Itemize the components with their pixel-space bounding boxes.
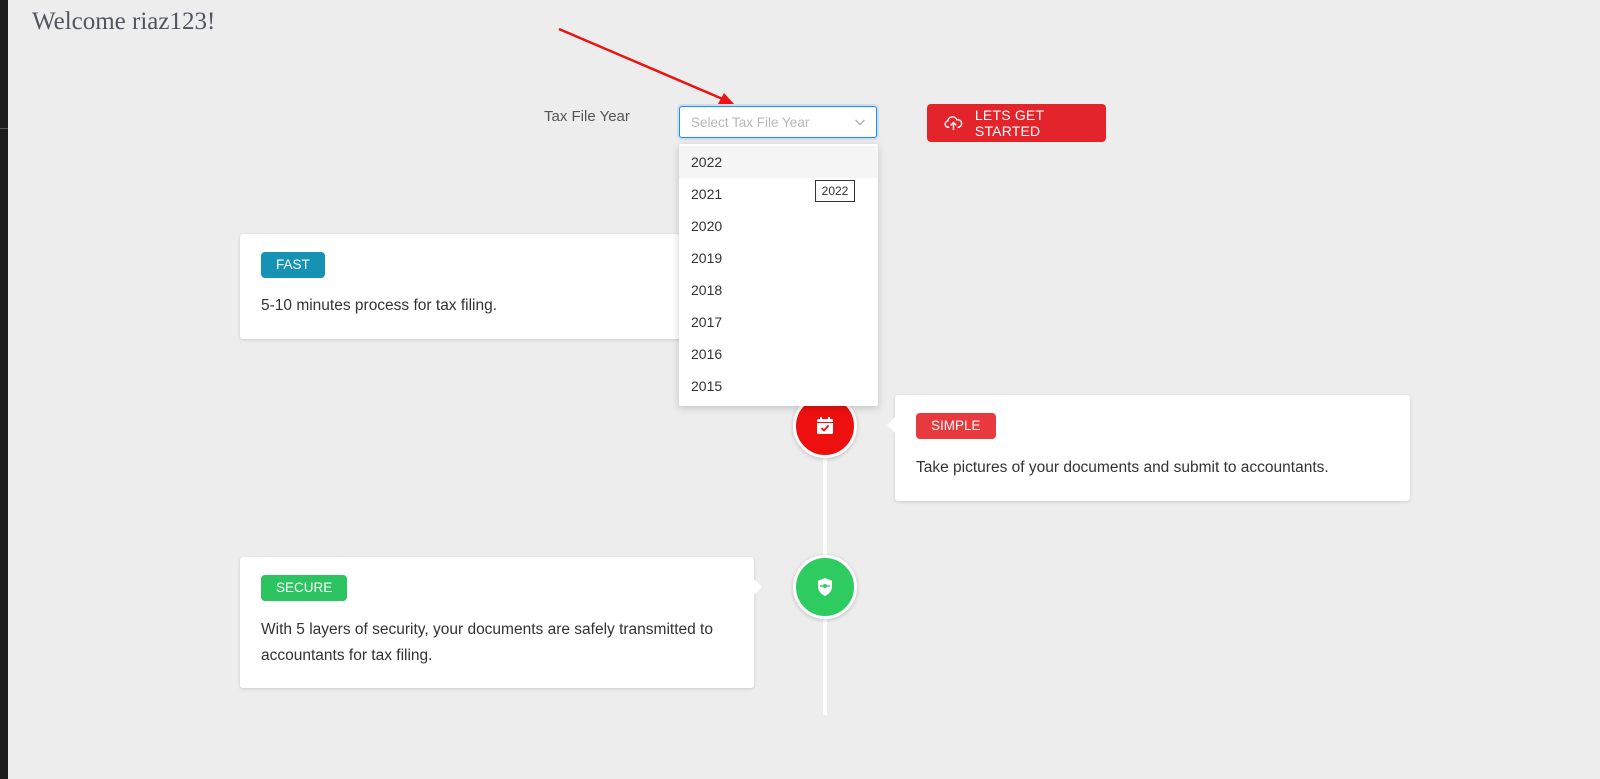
secure-node — [793, 555, 857, 619]
lets-get-started-button[interactable]: LETS GET STARTED — [927, 104, 1106, 142]
secure-card: SECURE With 5 layers of security, your d… — [240, 557, 762, 688]
simple-badge: SIMPLE — [916, 413, 996, 439]
year-option-2018[interactable]: 2018 — [679, 274, 878, 306]
year-option-2022[interactable]: 2022 — [679, 146, 878, 178]
fast-badge: FAST — [261, 252, 325, 278]
year-option-2016[interactable]: 2016 — [679, 338, 878, 370]
secure-description: With 5 layers of security, your document… — [261, 621, 713, 664]
secure-badge: SECURE — [261, 575, 348, 601]
calendar-check-icon — [817, 417, 833, 434]
year-option-2020[interactable]: 2020 — [679, 210, 878, 242]
option-tooltip: 2022 — [815, 180, 855, 202]
card-pointer — [887, 417, 895, 433]
year-option-2015[interactable]: 2015 — [679, 370, 878, 402]
card-pointer — [754, 579, 762, 595]
shield-icon — [818, 578, 832, 596]
select-placeholder: Select Tax File Year — [691, 115, 810, 130]
tax-year-label: Tax File Year — [544, 108, 630, 125]
fast-card: FAST 5-10 minutes process for tax filing… — [240, 234, 688, 339]
year-option-2019[interactable]: 2019 — [679, 242, 878, 274]
tax-year-select[interactable]: Select Tax File Year — [679, 106, 877, 138]
simple-description: Take pictures of your documents and subm… — [916, 459, 1329, 476]
year-option-2017[interactable]: 2017 — [679, 306, 878, 338]
start-button-label: LETS GET STARTED — [974, 107, 1044, 139]
simple-card: SIMPLE Take pictures of your documents a… — [887, 395, 1410, 501]
chevron-down-icon — [855, 119, 865, 126]
fast-description: 5-10 minutes process for tax filing. — [261, 297, 498, 314]
cloud-upload-icon — [944, 116, 963, 131]
